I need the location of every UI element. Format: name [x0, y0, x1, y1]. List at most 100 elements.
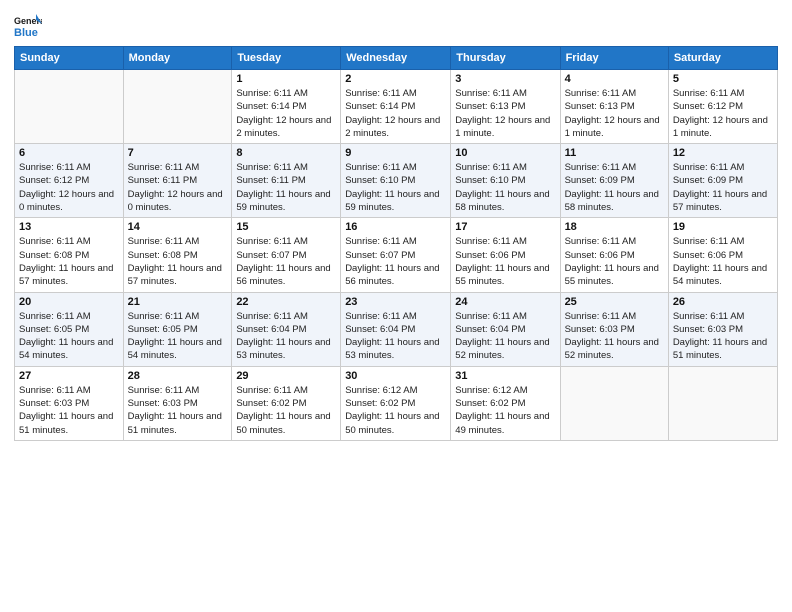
calendar-cell	[15, 70, 124, 144]
calendar-cell: 20 Sunrise: 6:11 AM Sunset: 6:05 PM Dayli…	[15, 292, 124, 366]
calendar-cell: 10 Sunrise: 6:11 AM Sunset: 6:10 PM Dayli…	[451, 144, 560, 218]
day-number: 6	[19, 147, 119, 159]
logo: General Blue	[14, 10, 46, 38]
calendar-cell: 28 Sunrise: 6:11 AM Sunset: 6:03 PM Dayli…	[123, 366, 232, 440]
day-number: 5	[673, 73, 773, 85]
weekday-header: Tuesday	[232, 47, 341, 70]
day-info: Sunrise: 6:11 AM Sunset: 6:08 PM Dayligh…	[128, 235, 228, 288]
day-info: Sunrise: 6:11 AM Sunset: 6:12 PM Dayligh…	[673, 87, 773, 140]
day-number: 22	[236, 296, 336, 308]
calendar-cell: 18 Sunrise: 6:11 AM Sunset: 6:06 PM Dayli…	[560, 218, 668, 292]
calendar-cell	[560, 366, 668, 440]
day-info: Sunrise: 6:11 AM Sunset: 6:09 PM Dayligh…	[673, 161, 773, 214]
day-info: Sunrise: 6:11 AM Sunset: 6:08 PM Dayligh…	[19, 235, 119, 288]
calendar-cell: 5 Sunrise: 6:11 AM Sunset: 6:12 PM Daylig…	[668, 70, 777, 144]
calendar-cell: 24Sunrise: 6:11 AM Sunset: 6:04 PM Dayli…	[451, 292, 560, 366]
day-info: Sunrise: 6:11 AM Sunset: 6:04 PM Dayligh…	[345, 310, 446, 363]
day-info: Sunrise: 6:11 AM Sunset: 6:06 PM Dayligh…	[673, 235, 773, 288]
day-info: Sunrise: 6:11 AM Sunset: 6:07 PM Dayligh…	[345, 235, 446, 288]
calendar-cell: 29Sunrise: 6:11 AM Sunset: 6:02 PM Dayli…	[232, 366, 341, 440]
day-info: Sunrise: 6:11 AM Sunset: 6:05 PM Dayligh…	[19, 310, 119, 363]
day-number: 12	[673, 147, 773, 159]
calendar-cell: 3 Sunrise: 6:11 AM Sunset: 6:13 PM Daylig…	[451, 70, 560, 144]
calendar-cell: 17 Sunrise: 6:11 AM Sunset: 6:06 PM Dayli…	[451, 218, 560, 292]
day-number: 19	[673, 221, 773, 233]
weekday-header: Wednesday	[341, 47, 451, 70]
day-info: Sunrise: 6:11 AM Sunset: 6:03 PM Dayligh…	[565, 310, 664, 363]
day-number: 26	[673, 296, 773, 308]
weekday-header: Saturday	[668, 47, 777, 70]
day-info: Sunrise: 6:11 AM Sunset: 6:13 PM Dayligh…	[455, 87, 555, 140]
calendar-cell: 2Sunrise: 6:11 AM Sunset: 6:14 PM Daylig…	[341, 70, 451, 144]
day-number: 3	[455, 73, 555, 85]
day-number: 17	[455, 221, 555, 233]
calendar-cell: 7 Sunrise: 6:11 AM Sunset: 6:11 PM Daylig…	[123, 144, 232, 218]
calendar-cell: 14 Sunrise: 6:11 AM Sunset: 6:08 PM Dayli…	[123, 218, 232, 292]
day-info: Sunrise: 6:11 AM Sunset: 6:11 PM Dayligh…	[236, 161, 336, 214]
calendar-cell: 11 Sunrise: 6:11 AM Sunset: 6:09 PM Dayli…	[560, 144, 668, 218]
calendar-cell: 13 Sunrise: 6:11 AM Sunset: 6:08 PM Dayli…	[15, 218, 124, 292]
day-number: 11	[565, 147, 664, 159]
day-info: Sunrise: 6:11 AM Sunset: 6:12 PM Dayligh…	[19, 161, 119, 214]
calendar-cell: 21 Sunrise: 6:11 AM Sunset: 6:05 PM Dayli…	[123, 292, 232, 366]
calendar-cell	[668, 366, 777, 440]
calendar-cell: 9 Sunrise: 6:11 AM Sunset: 6:10 PM Daylig…	[341, 144, 451, 218]
calendar-cell: 22 Sunrise: 6:11 AM Sunset: 6:04 PM Dayli…	[232, 292, 341, 366]
day-number: 28	[128, 370, 228, 382]
day-number: 9	[345, 147, 446, 159]
calendar-cell: 12 Sunrise: 6:11 AM Sunset: 6:09 PM Dayli…	[668, 144, 777, 218]
calendar-cell: 1 Sunrise: 6:11 AM Sunset: 6:14 PM Daylig…	[232, 70, 341, 144]
calendar-cell: 16 Sunrise: 6:11 AM Sunset: 6:07 PM Dayli…	[341, 218, 451, 292]
day-info: Sunrise: 6:11 AM Sunset: 6:03 PM Dayligh…	[128, 384, 228, 437]
day-info: Sunrise: 6:11 AM Sunset: 6:13 PM Dayligh…	[565, 87, 664, 140]
weekday-header: Sunday	[15, 47, 124, 70]
day-info: Sunrise: 6:11 AM Sunset: 6:09 PM Dayligh…	[565, 161, 664, 214]
calendar-cell: 6 Sunrise: 6:11 AM Sunset: 6:12 PM Daylig…	[15, 144, 124, 218]
day-info: Sunrise: 6:12 AM Sunset: 6:02 PM Dayligh…	[455, 384, 555, 437]
calendar-header-row: SundayMondayTuesdayWednesdayThursdayFrid…	[15, 47, 778, 70]
day-number: 20	[19, 296, 119, 308]
day-number: 7	[128, 147, 228, 159]
logo-icon: General Blue	[14, 10, 42, 38]
calendar-cell: 25Sunrise: 6:11 AM Sunset: 6:03 PM Dayli…	[560, 292, 668, 366]
calendar-cell: 4 Sunrise: 6:11 AM Sunset: 6:13 PM Daylig…	[560, 70, 668, 144]
calendar-cell: 27 Sunrise: 6:11 AM Sunset: 6:03 PM Dayli…	[15, 366, 124, 440]
day-info: Sunrise: 6:11 AM Sunset: 6:14 PM Dayligh…	[236, 87, 336, 140]
day-info: Sunrise: 6:11 AM Sunset: 6:06 PM Dayligh…	[455, 235, 555, 288]
day-number: 13	[19, 221, 119, 233]
day-number: 27	[19, 370, 119, 382]
calendar-cell: 19 Sunrise: 6:11 AM Sunset: 6:06 PM Dayli…	[668, 218, 777, 292]
day-info: Sunrise: 6:11 AM Sunset: 6:04 PM Dayligh…	[236, 310, 336, 363]
day-number: 24	[455, 296, 555, 308]
calendar-cell: 23Sunrise: 6:11 AM Sunset: 6:04 PM Dayli…	[341, 292, 451, 366]
day-number: 30	[345, 370, 446, 382]
calendar-cell	[123, 70, 232, 144]
day-number: 21	[128, 296, 228, 308]
day-number: 29	[236, 370, 336, 382]
day-number: 10	[455, 147, 555, 159]
day-info: Sunrise: 6:11 AM Sunset: 6:06 PM Dayligh…	[565, 235, 664, 288]
calendar-cell: 30 Sunrise: 6:12 AM Sunset: 6:02 PM Dayli…	[341, 366, 451, 440]
svg-text:Blue: Blue	[14, 27, 38, 38]
day-number: 1	[236, 73, 336, 85]
day-info: Sunrise: 6:11 AM Sunset: 6:10 PM Dayligh…	[345, 161, 446, 214]
calendar-cell: 15Sunrise: 6:11 AM Sunset: 6:07 PM Dayli…	[232, 218, 341, 292]
day-number: 8	[236, 147, 336, 159]
day-info: Sunrise: 6:11 AM Sunset: 6:10 PM Dayligh…	[455, 161, 555, 214]
day-number: 14	[128, 221, 228, 233]
calendar-cell: 26Sunrise: 6:11 AM Sunset: 6:03 PM Dayli…	[668, 292, 777, 366]
day-info: Sunrise: 6:11 AM Sunset: 6:11 PM Dayligh…	[128, 161, 228, 214]
day-info: Sunrise: 6:11 AM Sunset: 6:03 PM Dayligh…	[19, 384, 119, 437]
weekday-header: Friday	[560, 47, 668, 70]
day-number: 31	[455, 370, 555, 382]
weekday-header: Monday	[123, 47, 232, 70]
day-info: Sunrise: 6:11 AM Sunset: 6:14 PM Dayligh…	[345, 87, 446, 140]
day-number: 4	[565, 73, 664, 85]
day-info: Sunrise: 6:12 AM Sunset: 6:02 PM Dayligh…	[345, 384, 446, 437]
day-info: Sunrise: 6:11 AM Sunset: 6:05 PM Dayligh…	[128, 310, 228, 363]
calendar-cell: 8 Sunrise: 6:11 AM Sunset: 6:11 PM Daylig…	[232, 144, 341, 218]
day-number: 18	[565, 221, 664, 233]
day-number: 16	[345, 221, 446, 233]
calendar: SundayMondayTuesdayWednesdayThursdayFrid…	[14, 46, 778, 441]
weekday-header: Thursday	[451, 47, 560, 70]
